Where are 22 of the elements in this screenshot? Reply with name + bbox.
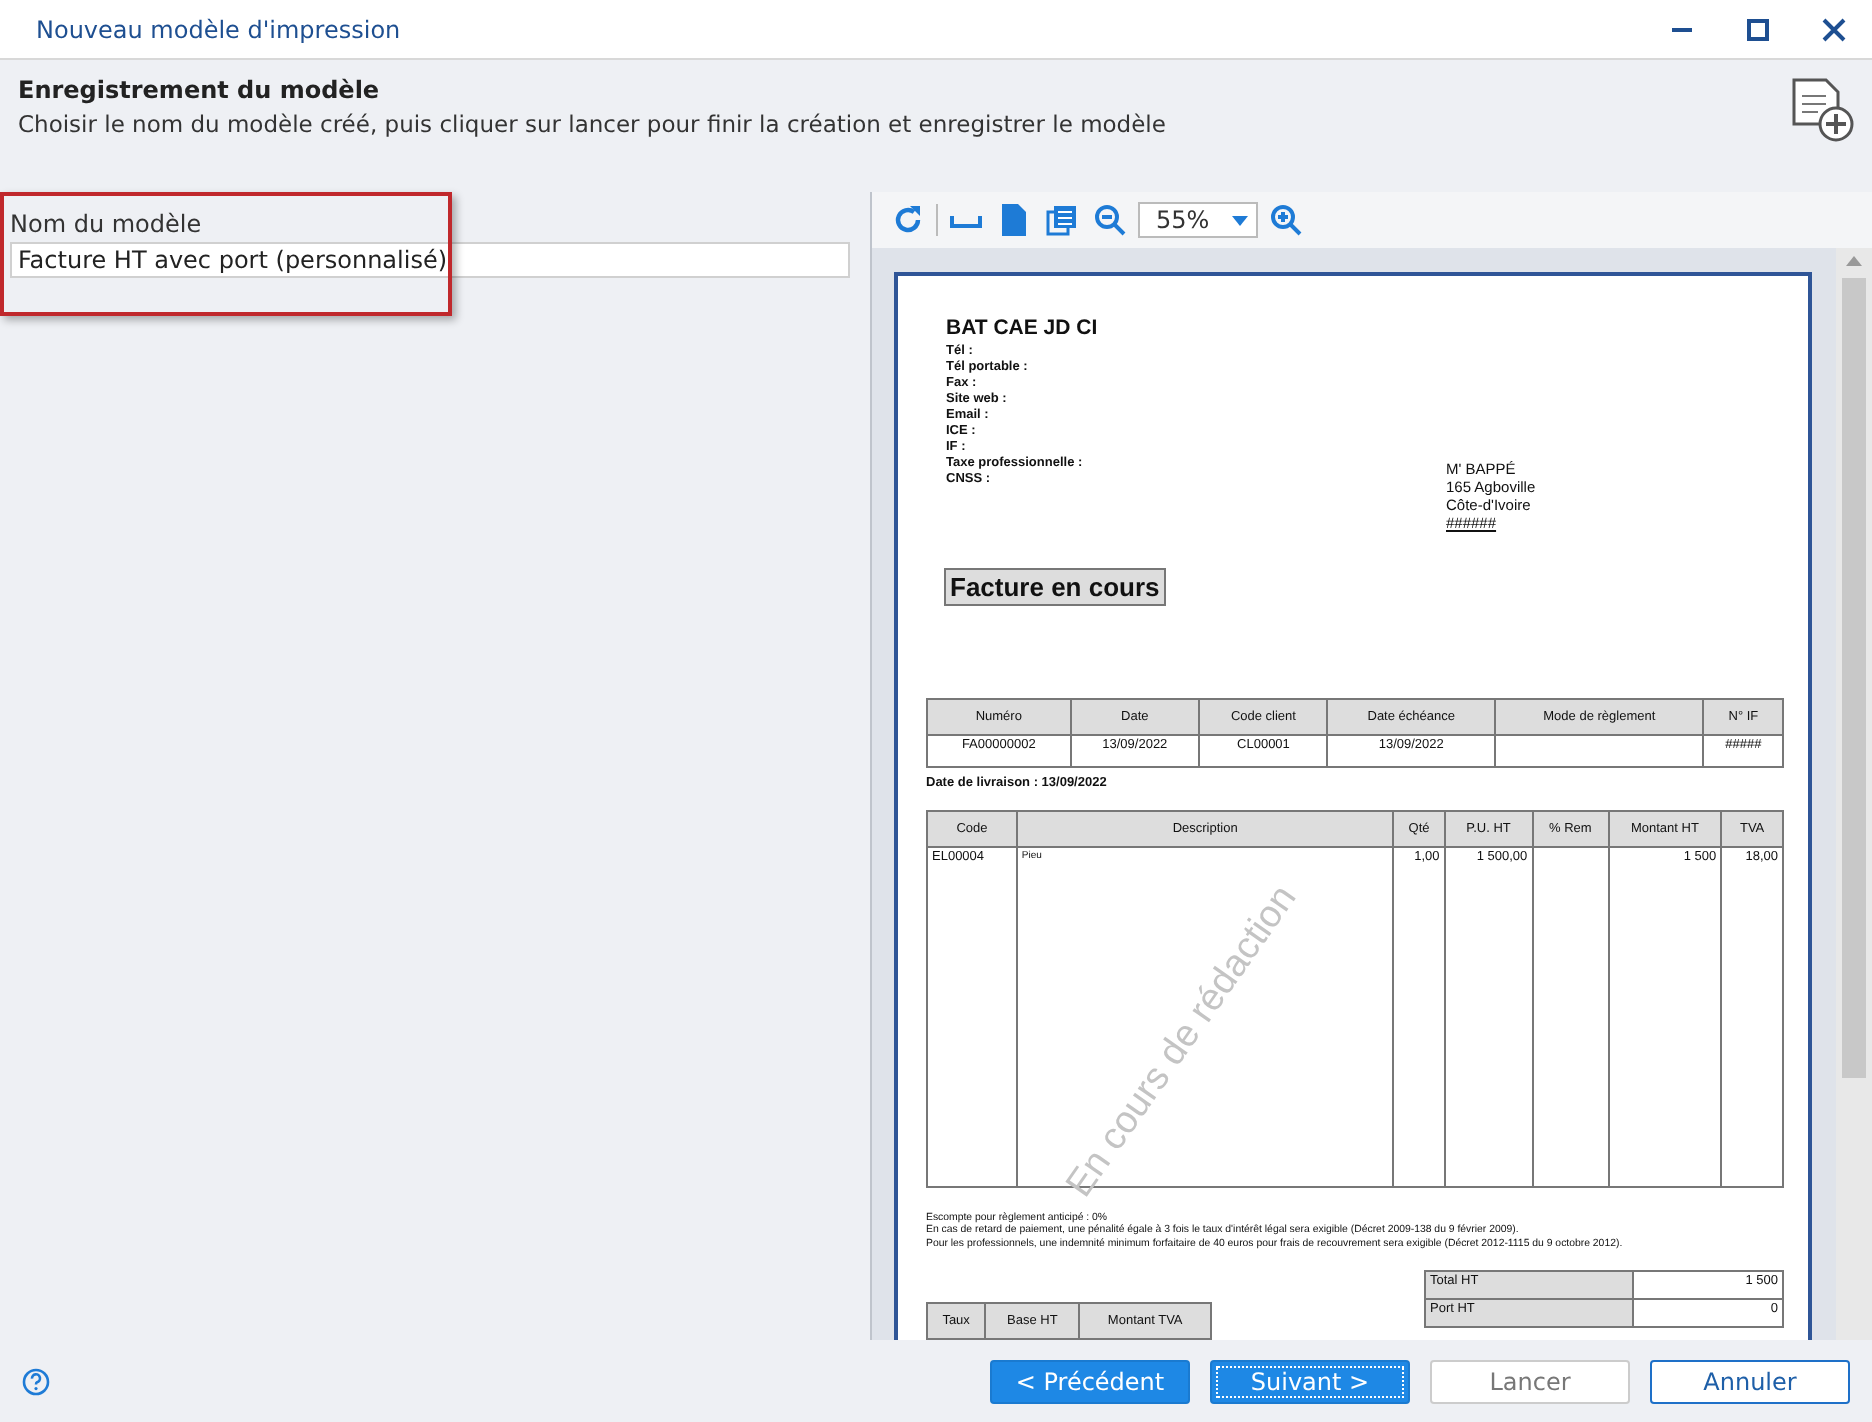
wizard-button[interactable]: Suivant > [1210, 1359, 1410, 1403]
invoice-title: Facture en cours [944, 568, 1166, 606]
zoom-in-icon[interactable] [1266, 200, 1306, 240]
pages-icon[interactable] [1042, 200, 1082, 240]
section-description: Choisir le nom du modèle créé, puis cliquer sur lancer pour finir la création et enregistrer le modèle [18, 110, 1168, 138]
company-name: BAT CAE JD CI [946, 316, 1100, 340]
wizard-button[interactable]: Annuler [1650, 1359, 1850, 1403]
maximize-icon [1746, 17, 1770, 41]
field-label: Nom du modèle [10, 210, 204, 238]
section-title: Enregistrement du modèle [18, 76, 382, 104]
caret-icon [1232, 215, 1248, 225]
wizard-button[interactable]: < Précédent [990, 1359, 1190, 1403]
scrollbar[interactable] [1836, 248, 1872, 1340]
new-document-icon [1788, 76, 1856, 144]
window-title: Nouveau modèle d'impression [36, 15, 403, 43]
zoom-out-icon[interactable] [1090, 200, 1130, 240]
template-name-field[interactable]: Facture HT avec port (personnalisé) [10, 242, 850, 278]
zoom-select[interactable]: 55% [1138, 202, 1258, 238]
scroll-up-icon[interactable] [1846, 256, 1862, 266]
minimize-icon [1672, 27, 1692, 31]
help-icon[interactable] [22, 1367, 50, 1395]
close-icon [1822, 17, 1846, 41]
